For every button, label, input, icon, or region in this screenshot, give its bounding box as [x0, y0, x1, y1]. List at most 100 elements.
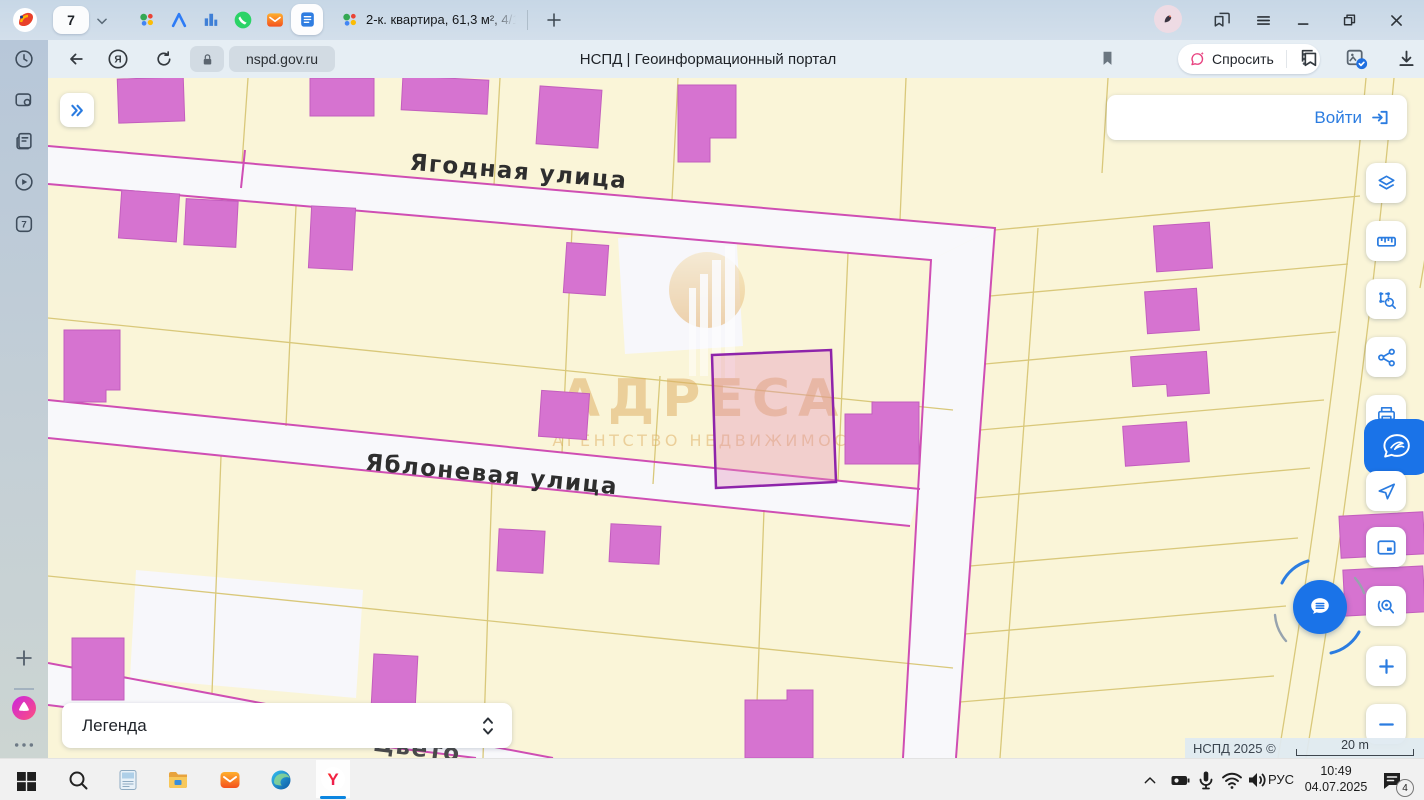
legend-label: Легенда [82, 716, 147, 736]
building [609, 524, 661, 565]
yandex-browser-taskbar-button[interactable]: Y [316, 760, 350, 798]
file-explorer-button[interactable] [166, 768, 190, 792]
collections-icon[interactable] [1298, 47, 1320, 69]
lock-icon [200, 52, 215, 67]
tab-count-label: 7 [67, 12, 75, 28]
pinned-mail-icon[interactable] [265, 10, 285, 30]
new-tab-button[interactable] [545, 11, 563, 29]
news-feed-icon[interactable] [13, 130, 35, 152]
ask-pill-divider [1286, 50, 1287, 68]
active-app-indicator [320, 796, 346, 799]
window-maximize-button[interactable] [1341, 12, 1358, 29]
building [538, 390, 589, 439]
reload-button[interactable] [154, 49, 174, 69]
building [563, 243, 608, 296]
attribution-text: НСПД 2025 © [1193, 741, 1276, 756]
map-viewport[interactable]: АДРЕСА АГЕНТСТВО НЕДВИЖИМОСТИ [48, 78, 1424, 758]
building [308, 206, 355, 270]
mail-app-button[interactable] [218, 768, 242, 792]
volume-icon[interactable] [1245, 768, 1269, 792]
chat-assistant-button[interactable] [1293, 580, 1347, 634]
tray-chevron-up-icon[interactable] [1142, 773, 1158, 787]
window-close-button[interactable] [1388, 12, 1405, 29]
browser-sidebar: 7 [0, 40, 48, 758]
pinned-whatsapp-icon[interactable] [233, 10, 253, 30]
start-button[interactable] [14, 769, 38, 793]
building [184, 199, 238, 248]
taskbar-search-button[interactable] [66, 768, 90, 792]
my-location-button[interactable] [1366, 471, 1406, 511]
ask-label: Спросить [1212, 51, 1274, 67]
share-icon [1375, 346, 1398, 369]
pinned-avito-icon[interactable] [169, 10, 189, 30]
layers-button[interactable] [1366, 163, 1406, 203]
back-button[interactable] [66, 49, 86, 69]
wifi-icon[interactable] [1220, 768, 1244, 792]
building [310, 78, 374, 116]
building [536, 86, 602, 148]
login-icon [1370, 107, 1391, 128]
measure-button[interactable] [1366, 221, 1406, 261]
microphone-icon[interactable] [1194, 768, 1218, 792]
downloads-button[interactable] [1396, 48, 1417, 69]
browser-address-bar: Я nspd.gov.ru НСПД | Геоинформационный п… [48, 40, 1424, 79]
expand-sidebar-button[interactable] [60, 93, 94, 127]
pinned-services-icon[interactable] [137, 10, 157, 30]
building [72, 638, 124, 700]
url-field[interactable]: nspd.gov.ru [229, 46, 335, 72]
building [401, 78, 489, 114]
pinned-building-icon[interactable] [201, 10, 221, 30]
legend-panel[interactable]: Легенда [62, 703, 512, 748]
legend-collapse-icon[interactable] [480, 715, 496, 737]
avatar-glyph-icon [1160, 11, 1176, 27]
browser-logo-icon[interactable] [12, 7, 38, 33]
feedback-widget-button[interactable] [1364, 419, 1424, 475]
video-icon[interactable] [13, 171, 35, 193]
language-indicator[interactable]: РУС [1268, 772, 1294, 787]
screenshot-icon[interactable] [13, 89, 35, 111]
map-canvas[interactable]: АДРЕСА АГЕНТСТВО НЕДВИЖИМОСТИ [48, 78, 1424, 758]
alice-assistant-icon[interactable] [11, 695, 37, 721]
date-label: 04.07.2025 [1300, 779, 1372, 795]
scale-bar: 20 m [1296, 740, 1414, 757]
building [1145, 288, 1200, 334]
map-attribution-bar: НСПД 2025 © 20 m [1185, 738, 1424, 758]
tab-counter[interactable]: 7 [53, 6, 89, 34]
yandex-search-button[interactable]: Я [107, 48, 129, 70]
bookmark-icon[interactable] [1098, 49, 1117, 68]
time-label: 10:49 [1300, 763, 1372, 779]
tab-separator [527, 10, 528, 30]
sidebar-more-icon[interactable] [13, 740, 35, 750]
screenshot-tool-icon[interactable] [1344, 46, 1369, 71]
tabs-panel-count: 7 [21, 220, 26, 231]
taskbar-app-1c-button[interactable] [116, 768, 140, 792]
menu-icon[interactable] [1255, 12, 1272, 29]
page-title[interactable]: НСПД | Геоинформационный портал [398, 51, 1018, 68]
active-tab-title[interactable]: 2-к. квартира, 61,3 м², 4/1 [366, 12, 516, 29]
window-minimize-button[interactable] [1295, 12, 1312, 29]
battery-icon[interactable] [1168, 768, 1192, 792]
share-button[interactable] [1366, 337, 1406, 377]
history-icon[interactable] [13, 48, 35, 70]
ruler-icon [1375, 230, 1398, 253]
scale-bracket [1296, 749, 1414, 756]
building [118, 190, 179, 242]
tab-groups-icon[interactable] [1212, 10, 1232, 30]
tabs-chevron-down-icon[interactable] [95, 14, 109, 28]
clock[interactable]: 10:49 04.07.2025 [1300, 763, 1372, 795]
url-text: nspd.gov.ru [246, 51, 318, 67]
docs-icon [298, 10, 317, 29]
login-bar[interactable]: Войти [1107, 95, 1407, 140]
tabs-panel-icon[interactable]: 7 [13, 213, 35, 235]
notification-count: 4 [1402, 783, 1408, 794]
selected-parcel[interactable] [712, 350, 836, 488]
edge-browser-button[interactable] [269, 768, 293, 792]
chat-bubble-icon [1303, 590, 1337, 624]
site-security-chip[interactable] [190, 46, 224, 72]
windows-taskbar: Y РУС 10:49 04.07.2025 [0, 758, 1424, 800]
minus-icon [1375, 713, 1398, 736]
sidebar-add-icon[interactable] [13, 647, 35, 669]
profile-avatar[interactable] [1154, 5, 1182, 33]
pinned-docs-tab-active[interactable] [291, 4, 323, 35]
area-select-button[interactable] [1366, 279, 1406, 319]
